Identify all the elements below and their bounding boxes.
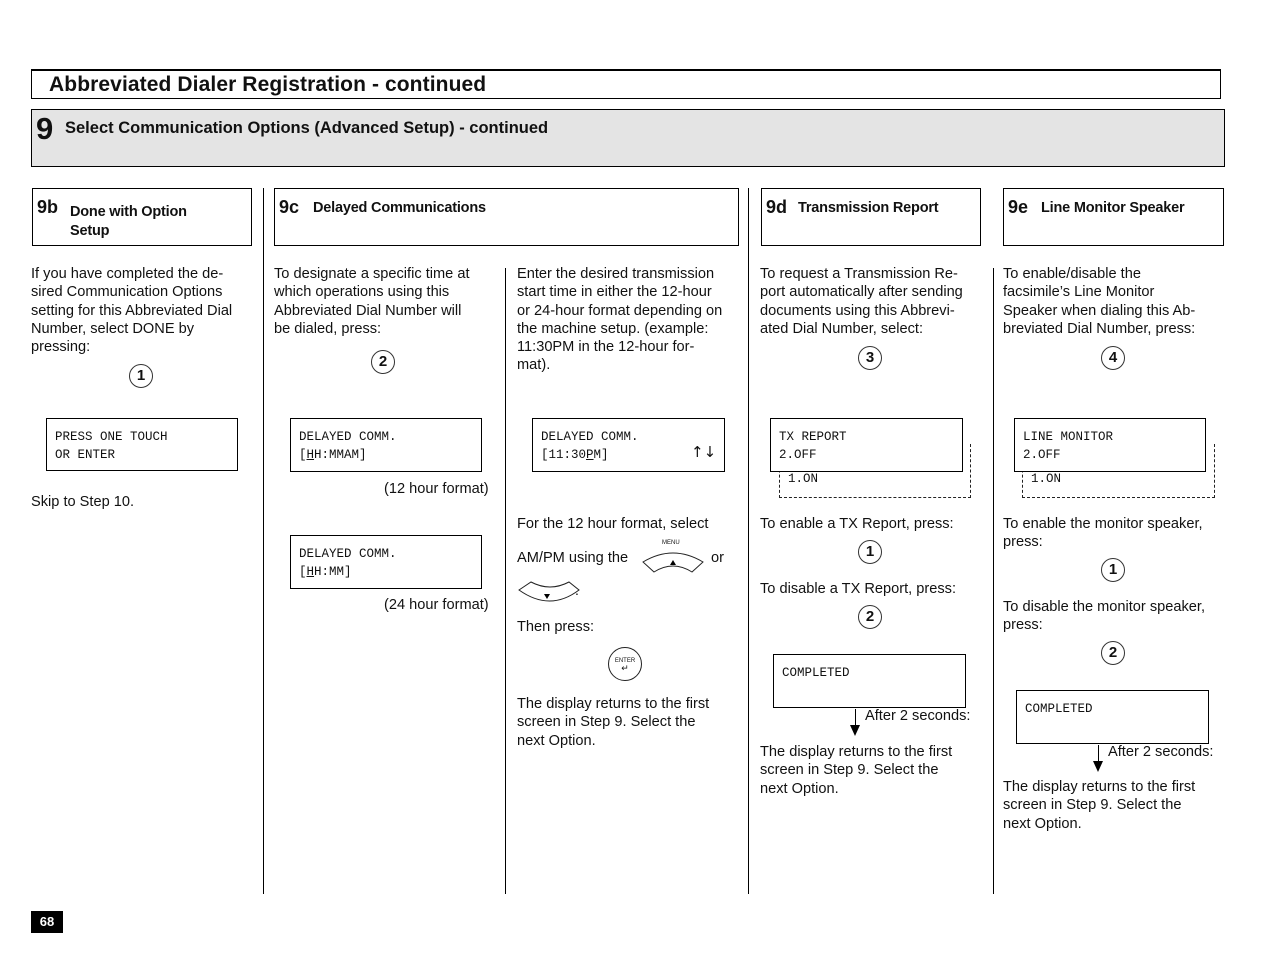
ampm-instruction: For the 12 hour format, select [517,516,709,532]
lcd-display: TX REPORT 2.OFF [770,418,963,472]
lcd-display: PRESS ONE TOUCH OR ENTER [46,418,238,471]
menu-up-key-icon: MENU [640,540,706,578]
lcd-completed: COMPLETED [1016,690,1209,744]
step-header: 9 Select Communication Options (Advanced… [31,109,1225,167]
section-9e-number: 9e [1008,197,1029,217]
page-title: Abbreviated Dialer Registration - contin… [49,73,487,96]
returns-text: The display returns to the first screen i… [760,744,953,797]
section-9c-title: Delayed Communications [313,200,486,216]
section-9c-instructions: To designate a specific time at which ope… [274,266,470,337]
lcd-display-24h: DELAYED COMM. [HH:MM] [290,535,482,589]
disable-tx-text: To disable a TX Report, press: [760,581,957,597]
step-title: Select Communication Options (Advanced S… [65,119,549,137]
then-press-text: Then press: [517,619,595,635]
returns-text: The display returns to the first screen i… [1003,779,1196,832]
column-divider [993,268,994,894]
section-9c-time-instructions: Enter the desired transmission start time… [517,266,723,374]
column-divider [505,268,506,894]
key-1-icon: 1 [858,540,882,564]
lcd-display: LINE MONITOR 2.OFF [1014,418,1206,472]
page-number: 68 [31,911,63,933]
key-2-icon: 2 [371,350,395,374]
caption-12h: (12 hour format) [384,481,489,497]
lcd-display-12h: DELAYED COMM. [HH:MMAM] [290,418,482,472]
lcd-display-example: DELAYED COMM. [11:30PM] ↑↓ [532,418,725,472]
after-seconds-text: After 2 seconds: [865,708,971,724]
disable-speaker-text: To disable the monitor speaker, press: [1003,599,1205,634]
returns-text: The display returns to the first screen i… [517,696,710,749]
caption-24h: (24 hour format) [384,597,489,613]
section-9b-title: Done with Option Setup [70,204,187,239]
key-2-icon: 2 [858,605,882,629]
lcd-completed: COMPLETED [773,654,966,708]
key-3-icon: 3 [858,346,882,370]
step-number: 9 [36,111,54,146]
after-seconds-text: After 2 seconds: [1108,744,1214,760]
ampm-instruction-2: AM/PM using the [517,550,629,566]
section-9c-number: 9c [279,197,300,217]
section-9b-header: 9b Done with Option Setup [32,188,252,246]
section-9d-number: 9d [766,197,788,217]
down-key-icon: . [517,578,583,604]
key-4-icon: 4 [1101,346,1125,370]
skip-note: Skip to Step 10. [31,494,135,510]
enable-speaker-text: To enable the monitor speaker, press: [1003,516,1203,551]
key-1-icon: 1 [1101,558,1125,582]
column-divider [748,188,749,894]
section-9e-instructions: To enable/disable the facsimile’s Line Mo… [1003,266,1196,337]
section-9d-title: Transmission Report [798,200,939,216]
section-9d-instructions: To request a Transmission Re-port automa… [760,266,963,337]
section-9d-header: 9d Transmission Report [761,188,981,246]
section-9b-instructions: If you have completed the de-sired Commu… [31,266,233,356]
enter-key-icon: ENTER ↵ [608,647,642,681]
up-down-arrows-icon: ↑↓ [691,443,717,461]
section-9e-title: Line Monitor Speaker [1041,200,1185,216]
section-9b-number: 9b [37,197,59,217]
section-9e-header: 9e Line Monitor Speaker [1003,188,1224,246]
enable-tx-text: To enable a TX Report, press: [760,516,954,532]
or-text: or [711,550,724,566]
page-title-box: Abbreviated Dialer Registration - contin… [31,69,1221,99]
section-9c-header: 9c Delayed Communications [274,188,739,246]
key-1-icon: 1 [129,364,153,388]
column-divider [263,188,264,894]
key-2-icon: 2 [1101,641,1125,665]
